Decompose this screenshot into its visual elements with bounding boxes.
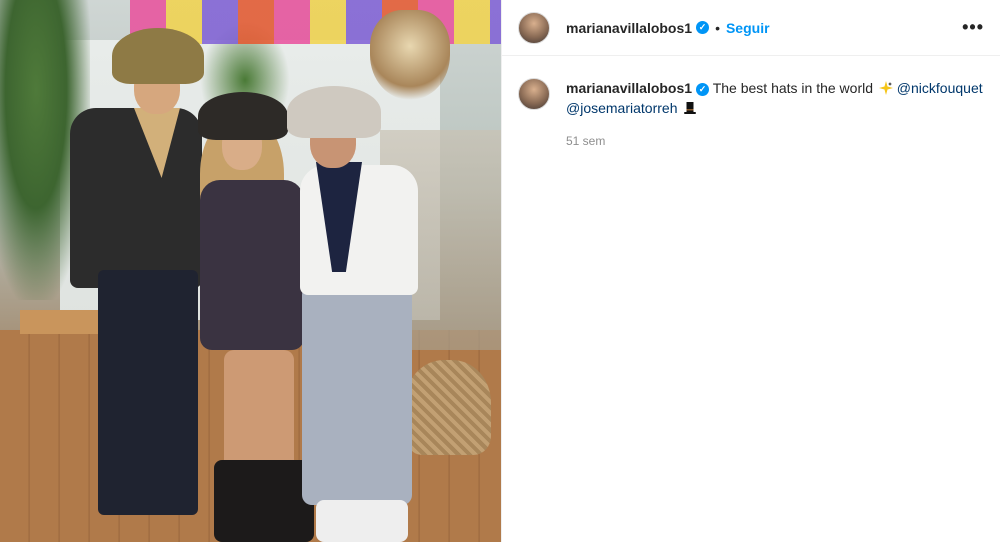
verified-badge-icon: ✓ — [696, 82, 710, 96]
more-options-icon[interactable]: ••• — [962, 17, 984, 38]
post-photo[interactable] — [0, 0, 501, 542]
caption-body: marianavillalobos1 ✓ The best hats in the… — [566, 78, 984, 148]
post-details-panel: marianavillalobos1 ✓ • Seguir ••• marian… — [501, 0, 1000, 542]
woven-basket — [405, 360, 491, 455]
header-username[interactable]: marianavillalobos1 — [566, 20, 692, 36]
caption-comment: marianavillalobos1 ✓ The best hats in the… — [502, 56, 1000, 148]
side-table — [20, 310, 100, 334]
person-2-hat — [198, 92, 288, 140]
person-1-hat — [112, 28, 204, 84]
person-3-trousers — [302, 285, 412, 505]
follow-button[interactable]: Seguir — [726, 20, 770, 36]
header-separator: • — [715, 19, 720, 36]
caption-avatar[interactable] — [518, 78, 550, 110]
post-header: marianavillalobos1 ✓ • Seguir ••• — [502, 0, 1000, 56]
person-3-shirt — [300, 165, 418, 295]
mention-link[interactable]: @nickfouquet — [897, 80, 983, 96]
post-timestamp[interactable]: 51 sem — [566, 134, 984, 148]
sparkle-icon — [878, 81, 893, 95]
top-hat-icon — [684, 102, 697, 114]
hanging-lamp — [370, 10, 450, 100]
person-2-boots — [214, 460, 314, 542]
caption-username[interactable]: marianavillalobos1 — [566, 80, 692, 96]
verified-badge-icon: ✓ — [696, 21, 710, 34]
person-1-jeans — [98, 270, 198, 515]
person-1-shirt — [70, 108, 202, 288]
caption-text-block: marianavillalobos1 ✓ The best hats in the… — [566, 78, 984, 118]
caption-text: The best hats in the world — [712, 80, 874, 96]
person-3-sneakers — [316, 500, 408, 542]
person-3-hat — [287, 86, 381, 138]
instagram-post-view: marianavillalobos1 ✓ • Seguir ••• marian… — [0, 0, 1000, 542]
person-2-dress — [200, 180, 304, 350]
mention-link[interactable]: @josemariatorreh — [566, 100, 677, 116]
avatar[interactable] — [518, 11, 550, 44]
